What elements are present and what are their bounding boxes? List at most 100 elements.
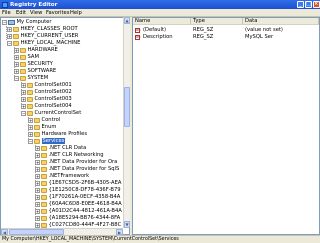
expand-icon[interactable]: + bbox=[14, 61, 19, 67]
expand-icon[interactable]: + bbox=[14, 68, 19, 74]
expand-icon[interactable]: + bbox=[14, 47, 19, 53]
close-button[interactable]: × bbox=[313, 1, 320, 8]
folder-icon bbox=[41, 222, 47, 228]
tree-node-my-computer[interactable]: − My Computer bbox=[2, 19, 51, 26]
tree-node-hkcr[interactable]: + HKEY_CLASSES_ROOT bbox=[7, 26, 78, 33]
tree-node-enum[interactable]: + Enum bbox=[28, 124, 56, 131]
value-name: Description bbox=[143, 34, 173, 40]
expand-icon[interactable]: + bbox=[21, 103, 26, 109]
title-bar[interactable]: Registry Editor _ □ × bbox=[0, 0, 320, 9]
folder-icon bbox=[41, 215, 47, 221]
tree-vertical-scrollbar[interactable]: ▲ ▼ bbox=[123, 17, 130, 228]
maximize-button[interactable]: □ bbox=[305, 1, 312, 8]
expand-icon[interactable]: + bbox=[35, 159, 40, 165]
tree-node-service[interactable]: + .NET CLR Networking bbox=[35, 152, 104, 159]
expand-icon[interactable]: + bbox=[28, 117, 33, 123]
value-data: (value not set) bbox=[245, 27, 283, 33]
tree-node-controlset003[interactable]: + ControlSet003 bbox=[21, 96, 72, 103]
column-header-name[interactable]: Name bbox=[133, 18, 191, 25]
menu-help[interactable]: Help bbox=[70, 10, 82, 16]
column-header-type[interactable]: Type bbox=[191, 18, 243, 25]
folder-icon bbox=[41, 166, 47, 172]
collapse-icon[interactable]: − bbox=[2, 19, 7, 25]
tree-node-hardware-profiles[interactable]: + Hardware Profiles bbox=[28, 131, 87, 138]
value-name: (Default) bbox=[143, 27, 167, 33]
tree-node-services[interactable]: − Services bbox=[28, 138, 66, 145]
menu-file[interactable]: File bbox=[2, 10, 11, 16]
expand-icon[interactable]: + bbox=[21, 89, 26, 95]
collapse-icon[interactable]: − bbox=[14, 75, 19, 81]
value-type: REG_SZ bbox=[193, 34, 214, 40]
expand-icon[interactable]: + bbox=[7, 26, 12, 32]
expand-icon[interactable]: + bbox=[35, 152, 40, 158]
expand-icon[interactable]: + bbox=[28, 131, 33, 137]
menu-favorites[interactable]: Favorites bbox=[46, 10, 69, 16]
tree-node-service[interactable]: + {A01D2C44-4812-461A-B4A bbox=[35, 208, 122, 215]
tree-node-service[interactable]: + .NET Data Provider for SqlS bbox=[35, 166, 119, 173]
expand-icon[interactable]: + bbox=[35, 166, 40, 172]
expand-icon[interactable]: + bbox=[7, 33, 12, 39]
expand-icon[interactable]: + bbox=[28, 124, 33, 130]
expand-icon[interactable]: + bbox=[35, 173, 40, 179]
expand-icon[interactable]: + bbox=[21, 82, 26, 88]
tree-node-security[interactable]: + SECURITY bbox=[14, 61, 53, 68]
tree-node-controlset004[interactable]: + ControlSet004 bbox=[21, 103, 72, 110]
expand-icon[interactable]: + bbox=[35, 201, 40, 207]
tree-node-controlset001[interactable]: + ControlSet001 bbox=[21, 82, 72, 89]
tree-node-currentcontrolset[interactable]: − CurrentControlSet bbox=[21, 110, 81, 117]
value-data: MySQL Ser bbox=[245, 34, 274, 40]
tree-node-software[interactable]: + SOFTWARE bbox=[14, 68, 56, 75]
tree-node-hklm[interactable]: − HKEY_LOCAL_MACHINE bbox=[7, 40, 80, 47]
expand-icon[interactable]: + bbox=[14, 54, 19, 60]
collapse-icon[interactable]: − bbox=[7, 40, 12, 46]
list-row[interactable]: ab (Default) REG_SZ (value not set) bbox=[133, 27, 319, 34]
expand-icon[interactable]: + bbox=[35, 222, 40, 228]
folder-icon bbox=[41, 152, 47, 158]
status-path: My Computer\HKEY_LOCAL_MACHINE\SYSTEM\Cu… bbox=[2, 237, 179, 243]
expand-icon[interactable]: + bbox=[35, 194, 40, 200]
list-row[interactable]: ab Description REG_SZ MySQL Ser bbox=[133, 34, 319, 41]
scroll-down-icon[interactable]: ▼ bbox=[124, 221, 130, 228]
tree-node-service[interactable]: + .NET CLR Data bbox=[35, 145, 86, 152]
scroll-up-icon[interactable]: ▲ bbox=[124, 17, 130, 24]
expand-icon[interactable]: + bbox=[21, 96, 26, 102]
scroll-thumb[interactable] bbox=[124, 87, 130, 127]
folder-icon bbox=[41, 194, 47, 200]
folder-icon bbox=[41, 187, 47, 193]
tree-node-service[interactable]: + {1E1250C8-DF78-436F-B79 bbox=[35, 187, 121, 194]
expand-icon[interactable]: + bbox=[35, 180, 40, 186]
folder-icon bbox=[20, 68, 26, 74]
menu-edit[interactable]: Edit bbox=[16, 10, 26, 16]
tree-node-service[interactable]: + {1F70261A-0ECF-4358-B4A bbox=[35, 194, 120, 201]
tree-node-sam[interactable]: + SAM bbox=[14, 54, 39, 61]
folder-icon bbox=[41, 208, 47, 214]
folder-icon bbox=[41, 180, 47, 186]
folder-icon bbox=[34, 124, 40, 130]
folder-icon bbox=[27, 103, 33, 109]
expand-icon[interactable]: + bbox=[35, 208, 40, 214]
tree-node-service[interactable]: + {1E67C5D5-2F6B-4305-AEA bbox=[35, 180, 121, 187]
menu-view[interactable]: View bbox=[30, 10, 42, 16]
menu-bar: File Edit View Favorites Help bbox=[0, 9, 320, 17]
tree-node-control[interactable]: + Control bbox=[28, 117, 60, 124]
tree-horizontal-scrollbar[interactable]: ◀ ▶ bbox=[1, 228, 123, 235]
collapse-icon[interactable]: − bbox=[21, 110, 26, 116]
expand-icon[interactable]: + bbox=[35, 187, 40, 193]
column-header-data[interactable]: Data bbox=[243, 18, 319, 25]
tree-node-hkcu[interactable]: + HKEY_CURRENT_USER bbox=[7, 33, 78, 40]
tree-node-service[interactable]: + .NETFramework bbox=[35, 173, 89, 180]
tree-node-hardware[interactable]: + HARDWARE bbox=[14, 47, 58, 54]
expand-icon[interactable]: + bbox=[35, 145, 40, 151]
collapse-icon[interactable]: − bbox=[28, 138, 33, 144]
registry-tree[interactable]: − My Computer + HKEY_CLASSES_ROOT + HKEY_CU… bbox=[0, 17, 130, 235]
tree-node-service[interactable]: + .NET Data Provider for Ora bbox=[35, 159, 117, 166]
tree-node-controlset002[interactable]: + ControlSet002 bbox=[21, 89, 72, 96]
folder-open-icon bbox=[13, 40, 19, 46]
tree-node-service[interactable]: + {A18E5294-BB76-4344-8FA bbox=[35, 215, 120, 222]
tree-node-service[interactable]: + {60A4C6D8-E0EE-4618-B4A bbox=[35, 201, 122, 208]
values-list[interactable]: Name Type Data ab (Default) REG_SZ (valu… bbox=[132, 17, 320, 235]
minimize-button[interactable]: _ bbox=[297, 1, 304, 8]
expand-icon[interactable]: + bbox=[35, 215, 40, 221]
tree-node-system[interactable]: − SYSTEM bbox=[14, 75, 48, 82]
folder-icon bbox=[13, 33, 19, 39]
